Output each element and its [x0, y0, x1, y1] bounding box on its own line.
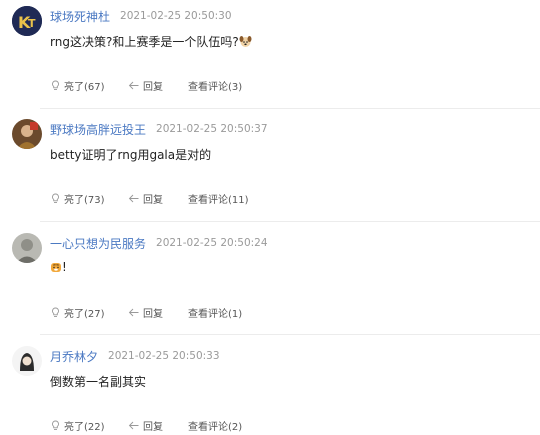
- reply-arrow-icon: [128, 421, 139, 429]
- lightbulb-icon: [52, 420, 59, 430]
- comment-text: !: [50, 260, 67, 276]
- like-count-label: 亮了(27): [64, 308, 105, 320]
- like-count-label: 亮了(67): [64, 81, 105, 93]
- comment-item: 一心只想为民服务 2021-02-25 20:50:24 ! 亮了(27) 回复…: [0, 229, 540, 335]
- lightbulb-icon: [52, 193, 59, 203]
- timestamp: 2021-02-25 20:50:33: [108, 350, 220, 362]
- username[interactable]: 一心只想为民服务: [50, 235, 146, 252]
- comment-text: rng这决策?和上赛季是一个队伍吗?: [50, 33, 252, 51]
- timestamp: 2021-02-25 20:50:24: [156, 237, 268, 249]
- username[interactable]: 野球场高胖远投王: [50, 121, 146, 138]
- view-comments-button[interactable]: 查看评论(3): [188, 78, 242, 93]
- like-button[interactable]: 亮了(27): [50, 305, 128, 320]
- reply-button[interactable]: 回复: [128, 78, 188, 93]
- reply-button[interactable]: 回复: [128, 305, 188, 320]
- view-comments-button[interactable]: 查看评论(1): [188, 305, 242, 320]
- view-comments-label: 查看评论(1): [188, 308, 243, 320]
- lightbulb-icon: [52, 307, 59, 317]
- divider: [40, 108, 540, 109]
- comment-text: 倒数第一名副其实: [50, 375, 147, 389]
- reply-button[interactable]: 回复: [128, 191, 188, 206]
- divider: [40, 221, 540, 222]
- reply-arrow-icon: [128, 81, 139, 89]
- like-count-label: 亮了(22): [64, 421, 105, 433]
- tiger-face-icon: [50, 261, 62, 276]
- avatar[interactable]: K T: [12, 6, 42, 36]
- comment-item: 月乔林夕 2021-02-25 20:50:33 倒数第一名副其实 亮了(22)…: [0, 342, 540, 435]
- view-comments-label: 查看评论(2): [188, 421, 243, 433]
- view-comments-label: 查看评论(11): [188, 194, 249, 206]
- comment-item: 野球场高胖远投王 2021-02-25 20:50:37 betty证明了rng…: [0, 115, 540, 221]
- view-comments-button[interactable]: 查看评论(11): [188, 191, 249, 206]
- comment-text: betty证明了rng用gala是对的: [50, 148, 212, 162]
- dog-face-icon: [239, 35, 252, 51]
- like-button[interactable]: 亮了(22): [50, 418, 128, 433]
- svg-text:T: T: [28, 17, 36, 30]
- view-comments-button[interactable]: 查看评论(2): [188, 418, 242, 433]
- like-button[interactable]: 亮了(73): [50, 191, 128, 206]
- avatar[interactable]: [12, 119, 42, 149]
- lightbulb-icon: [52, 80, 59, 90]
- username[interactable]: 月乔林夕: [50, 348, 98, 365]
- timestamp: 2021-02-25 20:50:37: [156, 123, 268, 135]
- reply-arrow-icon: [128, 194, 139, 202]
- comment-text-content: rng这决策?和上赛季是一个队伍吗?: [50, 35, 239, 49]
- reply-label: 回复: [143, 421, 163, 433]
- view-comments-label: 查看评论(3): [188, 81, 243, 93]
- like-count-label: 亮了(73): [64, 194, 105, 206]
- comment-text-content: !: [62, 260, 67, 274]
- like-button[interactable]: 亮了(67): [50, 78, 128, 93]
- reply-label: 回复: [143, 194, 163, 206]
- username[interactable]: 球场死神杜: [50, 8, 110, 25]
- comment-item: K T 球场死神杜 2021-02-25 20:50:30 rng这决策?和上赛…: [0, 2, 540, 108]
- reply-arrow-icon: [128, 308, 139, 316]
- avatar[interactable]: [12, 233, 42, 263]
- reply-button[interactable]: 回复: [128, 418, 188, 433]
- reply-label: 回复: [143, 308, 163, 320]
- timestamp: 2021-02-25 20:50:30: [120, 10, 232, 22]
- avatar[interactable]: [12, 346, 42, 376]
- divider: [40, 334, 540, 335]
- reply-label: 回复: [143, 81, 163, 93]
